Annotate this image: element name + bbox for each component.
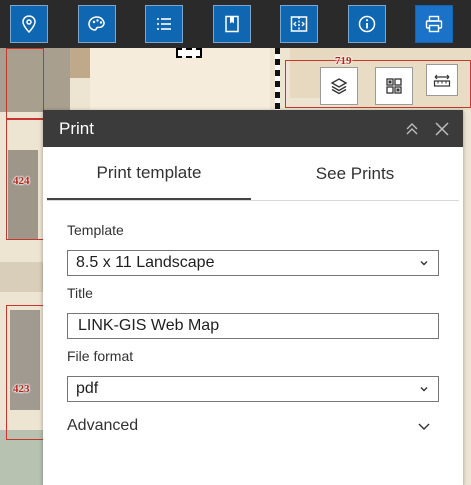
title-value: LINK-GIS Web Map bbox=[78, 317, 220, 334]
basemap-gallery-button[interactable] bbox=[375, 67, 413, 105]
bookmark-icon bbox=[225, 15, 239, 33]
template-label: Template bbox=[67, 222, 124, 238]
parcel-outline bbox=[6, 305, 44, 440]
layer-list-button[interactable] bbox=[320, 67, 358, 105]
chevron-down-icon bbox=[420, 387, 428, 392]
map-pin-icon bbox=[22, 15, 36, 34]
print-button[interactable] bbox=[415, 5, 453, 43]
location-button[interactable] bbox=[10, 5, 48, 43]
measure-icon bbox=[433, 74, 451, 87]
template-value: 8.5 x 11 Landscape bbox=[76, 254, 215, 271]
basemap-style-button[interactable] bbox=[78, 5, 116, 43]
advanced-toggle[interactable]: Advanced bbox=[67, 413, 439, 439]
print-panel: Print Print template See Prints Template… bbox=[43, 110, 463, 485]
info-icon bbox=[358, 15, 376, 33]
advanced-label: Advanced bbox=[67, 417, 139, 434]
compare-icon bbox=[290, 16, 308, 32]
file-format-select[interactable]: pdf bbox=[67, 376, 439, 402]
print-tabs: Print template See Prints bbox=[47, 147, 459, 201]
about-button[interactable] bbox=[348, 5, 386, 43]
parcel-label: 719 bbox=[335, 55, 352, 67]
template-select[interactable]: 8.5 x 11 Landscape bbox=[67, 250, 439, 276]
file-format-value: pdf bbox=[76, 380, 99, 397]
title-input[interactable]: LINK-GIS Web Map bbox=[67, 313, 439, 339]
printer-icon bbox=[425, 15, 443, 33]
basemap-grid-icon bbox=[386, 78, 402, 94]
map-building bbox=[70, 48, 90, 78]
parcel-label: 424 bbox=[13, 175, 30, 187]
swipe-compare-button[interactable] bbox=[280, 5, 318, 43]
top-toolbar bbox=[0, 0, 471, 48]
bookmarks-button[interactable] bbox=[213, 5, 251, 43]
close-button[interactable] bbox=[427, 110, 457, 147]
file-format-label: File format bbox=[67, 348, 134, 364]
parcel-label: 423 bbox=[13, 383, 30, 395]
double-chevron-up-icon bbox=[406, 122, 418, 134]
layers-icon bbox=[330, 78, 348, 95]
list-icon bbox=[157, 18, 171, 30]
palette-icon bbox=[88, 16, 105, 31]
collapse-button[interactable] bbox=[397, 110, 427, 147]
legend-button[interactable] bbox=[145, 5, 183, 43]
map-feature bbox=[176, 48, 202, 58]
measure-button[interactable] bbox=[426, 64, 458, 96]
map-railroad-line bbox=[275, 48, 280, 110]
title-label: Title bbox=[67, 285, 93, 301]
panel-header: Print bbox=[43, 110, 463, 147]
chevron-down-icon bbox=[418, 423, 430, 430]
tab-see-prints[interactable]: See Prints bbox=[251, 147, 459, 200]
parcel-outline bbox=[6, 48, 44, 120]
chevron-down-icon bbox=[420, 261, 428, 266]
close-icon bbox=[435, 121, 449, 136]
tab-print-template[interactable]: Print template bbox=[47, 147, 251, 200]
map-building bbox=[0, 262, 43, 292]
panel-title: Print bbox=[59, 118, 94, 138]
